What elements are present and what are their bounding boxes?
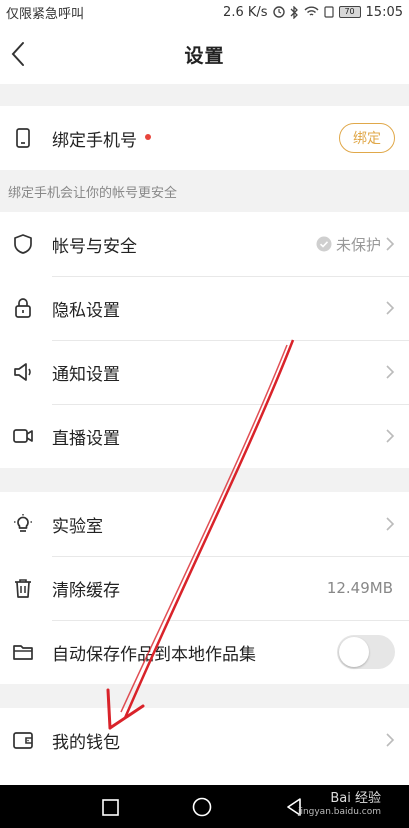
wallet-section: 我的钱包 [0,708,409,785]
baidu-watermark: Bai 经验 [330,791,381,806]
lightbulb-icon [14,514,32,532]
bind-phone-label: 绑定手机号 [52,130,137,151]
menu-item-label: 自动保存作品到本地作品集 [52,644,256,665]
toggle-knob [339,637,369,667]
system-navigation-bar: Bai 经验 jingyan.baidu.com [0,785,409,828]
menu-item-label: 我的钱包 [52,732,120,753]
status-indicators: 2.6 K/s 70 15:05 [223,5,403,20]
video-camera-icon [13,429,33,443]
chevron-right-icon [386,429,395,443]
menu-item-label: 帐号与安全 [52,236,137,257]
menu-item-notifications[interactable]: 通知设置 [0,340,409,404]
cache-size-value: 12.49MB [326,579,393,597]
chevron-right-icon [386,733,395,747]
wallet-icon [13,732,33,749]
network-speed: 2.6 K/s [223,4,268,20]
chevron-right-icon [386,301,395,315]
check-circle-icon [316,236,332,252]
folder-icon [13,645,33,660]
security-status: 未保护 [316,234,395,255]
menu-item-label: 清除缓存 [52,580,120,601]
menu-item-live-stream[interactable]: 直播设置 [0,404,409,468]
menu-item-privacy[interactable]: 隐私设置 [0,276,409,340]
recents-square-icon[interactable] [102,799,119,816]
alarm-icon [272,6,285,18]
clock-text: 15:05 [365,4,403,20]
speaker-icon [14,363,31,381]
battery-indicator: 70 [338,6,361,18]
bind-phone-hint: 绑定手机会让你的帐号更安全 [8,186,178,201]
page-title: 设置 [184,44,225,67]
menu-item-label: 直播设置 [52,428,120,449]
menu-item-wallet[interactable]: 我的钱包 [0,708,409,772]
chevron-right-icon [386,365,395,379]
trash-icon [15,579,31,598]
baidu-watermark-url: jingyan.baidu.com [297,807,381,817]
bind-button[interactable]: 绑定 [339,123,395,153]
lock-icon [15,298,31,318]
menu-item-account-security[interactable]: 帐号与安全 未保护 [0,212,409,276]
menu-item-lab[interactable]: 实验室 [0,492,409,556]
auto-save-toggle[interactable] [337,635,395,669]
navigation-header: 设置 [0,24,409,84]
general-settings-section: 实验室 清除缓存 12.49MB 自动保存作品到本地作品集 [0,492,409,684]
menu-item-label: 通知设置 [52,364,120,385]
security-status-text: 未保护 [335,235,381,254]
chevron-left-icon[interactable] [8,40,28,68]
menu-item-clear-cache[interactable]: 清除缓存 12.49MB [0,556,409,620]
shield-icon [14,234,32,254]
phone-icon [16,128,30,148]
bluetooth-icon [290,5,298,19]
chevron-right-icon [386,517,395,531]
chevron-right-icon [386,237,395,251]
menu-item-auto-save[interactable]: 自动保存作品到本地作品集 [0,620,409,684]
phone-binding-section: 绑定手机号 绑定 [0,106,409,170]
wifi-icon [304,6,319,16]
home-circle-icon[interactable] [192,797,212,817]
menu-item-label: 实验室 [52,516,103,537]
carrier-text: 仅限紧急呼叫 [6,6,85,22]
notification-dot [145,134,151,140]
bind-phone-row[interactable]: 绑定手机号 绑定 [0,106,409,170]
status-bar: 仅限紧急呼叫 2.6 K/s 70 15:05 [0,0,409,24]
sim-icon [323,6,334,18]
menu-item-label: 隐私设置 [52,300,120,321]
account-settings-section: 帐号与安全 未保护 隐私设置 通知设置 直播设置 [0,212,409,468]
